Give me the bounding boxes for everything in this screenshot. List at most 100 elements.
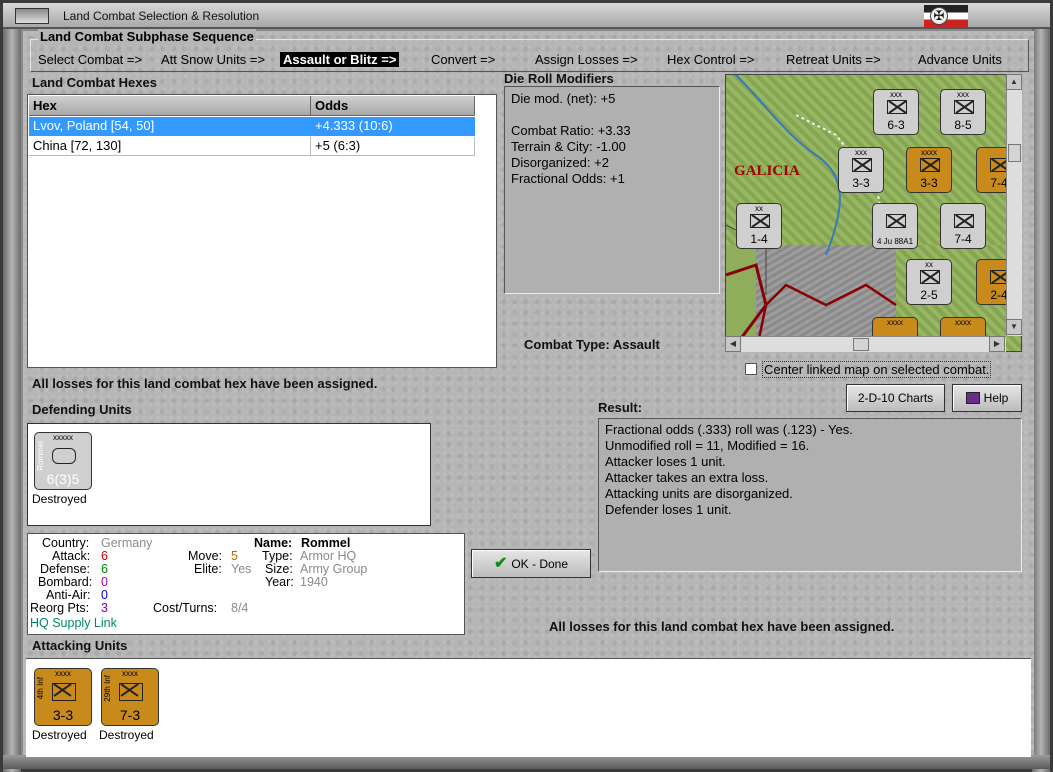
step-att-snow-units[interactable]: Att Snow Units =>: [161, 52, 265, 67]
map-unit-counter[interactable]: xx 2-5: [906, 259, 952, 305]
attacking-unit-counter[interactable]: xxxx 29th Inf 7-3: [101, 668, 159, 726]
attack-value: 6: [101, 549, 108, 563]
attacking-unit-counter[interactable]: xxxx 4th Inf 3-3: [34, 668, 92, 726]
table-row-hex[interactable]: China [72, 130]: [29, 137, 311, 156]
step-assault-or-blitz[interactable]: Assault or Blitz =>: [280, 52, 400, 67]
name-label: Name:: [254, 536, 293, 550]
defense-value: 6: [101, 562, 108, 576]
defending-unit-status: Destroyed: [32, 492, 87, 506]
elite-label: Elite:: [194, 562, 222, 576]
map-region-label: GALICIA: [734, 163, 800, 179]
cost-value: 8/4: [231, 601, 249, 615]
sequence-title: Land Combat Subphase Sequence: [38, 29, 256, 44]
disorganized: Disorganized: +2: [511, 155, 609, 170]
attacking-units-panel: [26, 658, 1031, 757]
die-mod-net: Die mod. (net): +5: [511, 91, 616, 106]
ok-label: OK - Done: [511, 557, 569, 571]
map-vertical-scrollbar[interactable]: ▲ ▼: [1006, 74, 1022, 336]
result-box: Fractional odds (.333) roll was (.123) -…: [598, 418, 1022, 572]
hq-supply-link[interactable]: HQ Supply Link: [30, 616, 117, 630]
table-row-hex[interactable]: Lvov, Poland [54, 50]: [29, 117, 311, 136]
attack-label: Attack:: [52, 549, 91, 563]
result-line: Attacker loses 1 unit.: [605, 454, 726, 469]
reorg-value: 3: [101, 601, 108, 615]
scroll-down-icon[interactable]: ▼: [1006, 319, 1022, 335]
step-assign-losses[interactable]: Assign Losses =>: [535, 52, 638, 67]
window-title: Land Combat Selection & Resolution: [63, 9, 260, 23]
unit-side-label: 29th Inf: [103, 675, 112, 702]
year-label: Year:: [265, 575, 294, 589]
map-air-unit-counter[interactable]: 4 Ju 88A1: [872, 203, 918, 249]
checkmark-icon: ✔: [493, 555, 508, 572]
map-unit-counter[interactable]: xxx 8-5: [940, 89, 986, 135]
scroll-thumb[interactable]: [1008, 144, 1021, 162]
help-label: Help: [983, 391, 1009, 405]
result-line: Fractional odds (.333) roll was (.123) -…: [605, 422, 853, 437]
result-line: Defender loses 1 unit.: [605, 502, 732, 517]
type-label: Type:: [262, 549, 293, 563]
bombard-label: Bombard:: [38, 575, 93, 589]
year-value: 1940: [300, 575, 328, 589]
map-horizontal-scrollbar[interactable]: ◀ ▶: [725, 336, 1006, 352]
combat-type: Combat Type: Assault: [524, 337, 660, 352]
scroll-right-icon[interactable]: ▶: [989, 336, 1005, 352]
ok-done-button[interactable]: ✔ OK - Done: [471, 549, 591, 578]
linked-map[interactable]: GALICIA xxx 6-3 xxx 8-5 xxx 3-3 xxxx 3-3 7-4…: [725, 74, 1022, 352]
left-frame: [3, 29, 21, 772]
cost-label: Cost/Turns:: [153, 601, 218, 615]
elite-value: Yes: [231, 562, 252, 576]
column-hex[interactable]: Hex: [29, 96, 311, 116]
move-label: Move:: [188, 549, 223, 563]
step-retreat-units[interactable]: Retreat Units =>: [786, 52, 881, 67]
defense-label: Defense:: [40, 562, 91, 576]
map-unit-counter[interactable]: xxxx 3-3: [906, 147, 952, 193]
defending-unit-counter[interactable]: xxxxx Rommel 6(3)5: [34, 432, 92, 490]
unit-side-label: 4th Inf: [36, 677, 45, 700]
center-map-label[interactable]: Center linked map on selected combat.: [762, 361, 992, 378]
terrain-city: Terrain & City: -1.00: [511, 139, 626, 154]
map-unit-counter[interactable]: xxx 3-3: [838, 147, 884, 193]
scroll-left-icon[interactable]: ◀: [725, 336, 741, 352]
result-title: Result:: [598, 400, 643, 415]
bottom-frame: [3, 755, 1050, 769]
unit-info-panel: Country: Germany Attack: 6 Defense: 6 Bo…: [27, 533, 465, 635]
attacking-unit-status: Destroyed: [99, 728, 154, 742]
result-line: Unmodified roll = 11, Modified = 16.: [605, 438, 810, 453]
right-frame: [1032, 29, 1050, 772]
bombard-value: 0: [101, 575, 108, 589]
hexes-title: Land Combat Hexes: [32, 75, 157, 90]
scroll-up-icon[interactable]: ▲: [1006, 74, 1022, 90]
window-menu-icon[interactable]: [15, 8, 49, 24]
table-row-odds[interactable]: +4.333 (10:6): [311, 117, 475, 136]
germany-flag-icon: ✠: [924, 5, 968, 27]
step-hex-control[interactable]: Hex Control =>: [667, 52, 754, 67]
die-roll-title: Die Roll Modifiers: [504, 71, 614, 86]
center-map-checkbox[interactable]: [745, 363, 757, 375]
step-convert[interactable]: Convert =>: [431, 52, 495, 67]
map-unit-counter[interactable]: xxx 6-3: [873, 89, 919, 135]
column-odds[interactable]: Odds: [311, 96, 475, 116]
scroll-thumb[interactable]: [853, 338, 869, 351]
size-label: Size:: [265, 562, 293, 576]
antiair-value: 0: [101, 588, 108, 602]
attacking-unit-status: Destroyed: [32, 728, 87, 742]
table-row-odds[interactable]: +5 (6:3): [311, 137, 475, 156]
combat-ratio: Combat Ratio: +3.33: [511, 123, 631, 138]
title-bar: Land Combat Selection & Resolution ✠: [3, 3, 1050, 29]
unit-side-label: Rommel: [36, 441, 45, 471]
step-select-combat[interactable]: Select Combat =>: [38, 52, 142, 67]
move-value: 5: [231, 549, 238, 563]
name-value: Rommel: [301, 536, 351, 550]
map-unit-counter[interactable]: 7-4: [940, 203, 986, 249]
map-unit-counter[interactable]: xx 1-4: [736, 203, 782, 249]
country-value: Germany: [101, 536, 153, 550]
charts-button[interactable]: 2-D-10 Charts: [846, 384, 945, 412]
type-value: Armor HQ: [300, 549, 357, 563]
fractional-odds: Fractional Odds: +1: [511, 171, 625, 186]
defending-title: Defending Units: [32, 402, 132, 417]
attacking-title: Attacking Units: [32, 638, 128, 653]
hex-losses-note: All losses for this land combat hex have…: [32, 376, 378, 391]
result-losses-note: All losses for this land combat hex have…: [549, 619, 895, 634]
help-button[interactable]: Help: [952, 384, 1022, 412]
step-advance-units[interactable]: Advance Units: [918, 52, 1002, 67]
